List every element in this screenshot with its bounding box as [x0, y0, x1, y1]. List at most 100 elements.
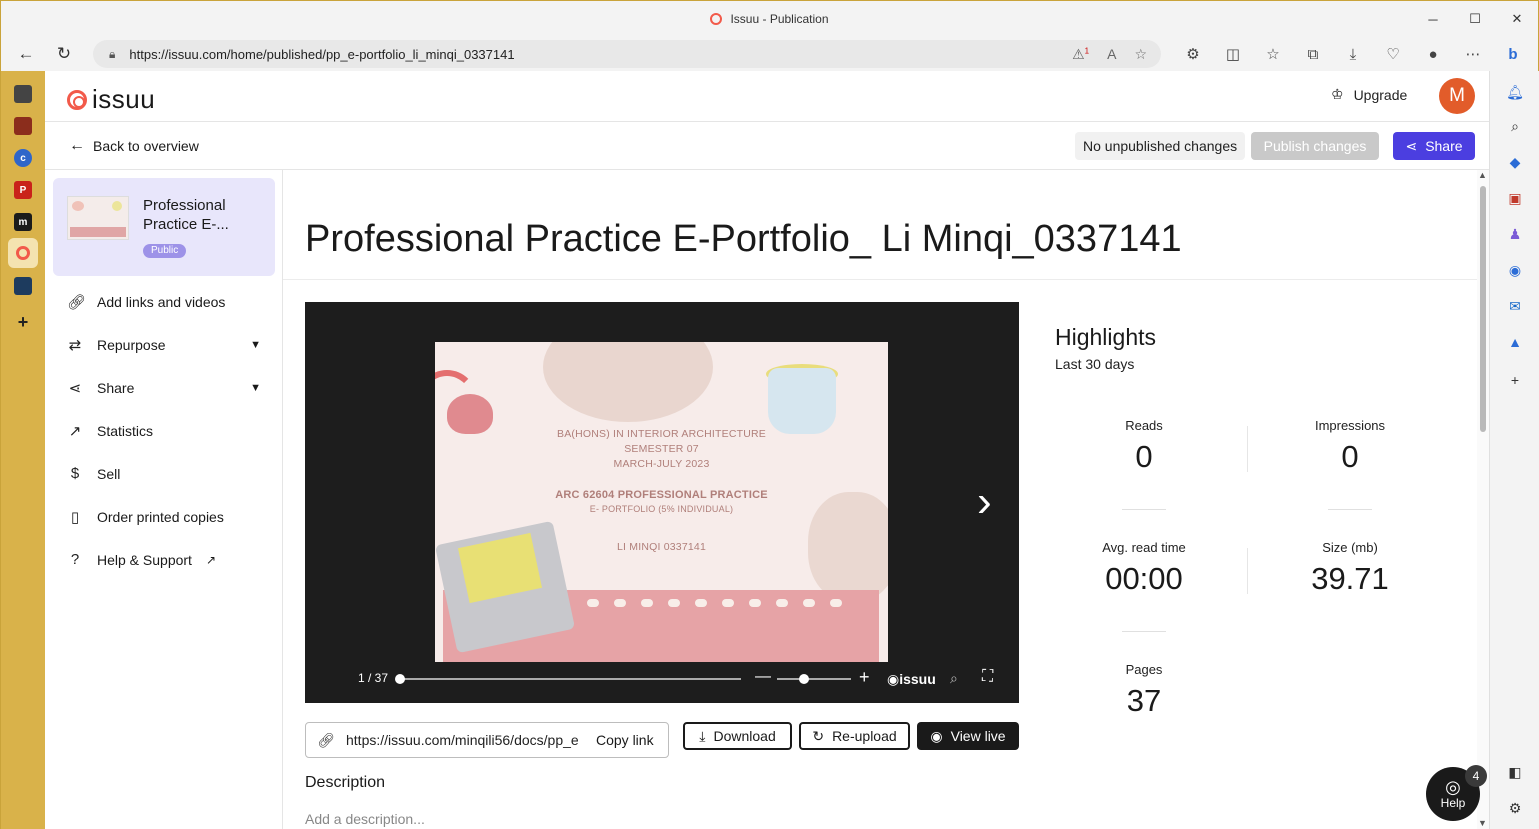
sidebar-item-label: Statistics — [97, 423, 154, 439]
issuu-page: issuu ♔ Upgrade M ← Back to overview No … — [45, 71, 1489, 829]
divider — [1247, 426, 1248, 472]
issuu-logo-icon — [67, 89, 87, 110]
stat-value: 0 — [1341, 439, 1359, 474]
settings-gear-icon[interactable]: ⚙ — [1506, 799, 1524, 817]
stat-value: 39.71 — [1311, 561, 1389, 596]
vertical-tabs-bar: c P m + — [1, 71, 45, 829]
sidebar-item-label: Repurpose — [97, 337, 166, 353]
more-menu-icon[interactable]: ⋯ — [1453, 45, 1493, 63]
refresh-icon[interactable]: ↻ — [45, 37, 83, 71]
favorite-star-icon[interactable]: ☆ — [1134, 46, 1147, 63]
url-field[interactable]: 🔒︎ https://issuu.com/home/published/pp_e… — [93, 40, 1161, 68]
share-label: Share — [1425, 138, 1463, 154]
edge-sidebar: 🔔︎ ⌕ ◆ ▣ ♟ ◉ ✉ ▲ + ◧ ⚙ — [1489, 71, 1539, 829]
sidebar-item-statistics[interactable]: ↗ Statistics — [67, 422, 263, 440]
zoom-in-icon[interactable]: + — [859, 667, 870, 688]
description-input[interactable]: Add a description... — [305, 811, 425, 827]
performance-icon[interactable]: ♡ — [1373, 45, 1413, 63]
close-window-button[interactable]: ✕ — [1496, 1, 1538, 37]
share-icon: ⋖ — [68, 380, 82, 397]
maximize-button[interactable]: ☐ — [1454, 1, 1496, 37]
share-url[interactable]: https://issuu.com/minqili56/docs/pp_e — [346, 732, 578, 748]
stat-avg-read-time: Avg. read time 00:00 — [1074, 540, 1214, 597]
sidebar-toggle-icon[interactable]: ◧ — [1506, 763, 1524, 781]
avatar[interactable]: M — [1439, 78, 1475, 114]
scroll-thumb[interactable] — [1480, 186, 1486, 432]
sidebar-item-share[interactable]: ⋖ Share ▼ — [67, 379, 263, 397]
tab-site-3-icon[interactable]: m — [14, 213, 32, 231]
games-icon[interactable]: ♟ — [1506, 225, 1524, 243]
profile-icon[interactable]: ● — [1413, 46, 1453, 63]
copy-link-button[interactable]: Copy link — [596, 732, 654, 748]
tracking-badge: 1 — [1084, 45, 1090, 55]
minimize-button[interactable]: ─ — [1412, 1, 1454, 37]
back-arrow-icon[interactable]: ← — [7, 37, 45, 71]
sidebar-item-add-links[interactable]: 🔗︎ Add links and videos — [67, 293, 263, 311]
tools-icon[interactable]: ▣ — [1506, 189, 1524, 207]
new-tab-icon[interactable]: + — [14, 312, 32, 332]
add-sidebar-app-icon[interactable]: + — [1506, 371, 1524, 389]
scroll-up-icon[interactable]: ▲ — [1478, 170, 1487, 180]
stat-label: Avg. read time — [1102, 540, 1186, 555]
lock-icon: 🔒︎ — [109, 46, 116, 61]
microsoft365-icon[interactable]: ◉ — [1506, 261, 1524, 279]
logo-text: issuu — [92, 84, 156, 114]
tab-site-2-icon[interactable]: c — [14, 149, 32, 167]
zoom-out-icon[interactable]: — — [755, 668, 771, 686]
question-icon: ? — [70, 551, 80, 568]
page-indicator: 1 / 37 — [358, 671, 389, 685]
fullscreen-icon[interactable]: ⛶ — [982, 668, 993, 686]
reupload-button[interactable]: ↻ Re-upload — [799, 722, 910, 750]
share-button[interactable]: ⋖ Share — [1393, 132, 1475, 160]
notifications-icon[interactable]: 🔔︎ — [1506, 83, 1524, 101]
sidebar-item-repurpose[interactable]: ⇄ Repurpose ▼ — [67, 336, 263, 354]
tab-issuu-active-icon[interactable] — [8, 238, 38, 268]
publication-card[interactable]: Professional Practice E-... Public — [53, 178, 275, 276]
stat-size: Size (mb) 39.71 — [1280, 540, 1420, 597]
back-to-overview-link[interactable]: ← Back to overview — [69, 137, 199, 155]
stat-value: 00:00 — [1105, 561, 1183, 596]
sidebar-item-sell[interactable]: $ Sell — [67, 465, 263, 482]
dollar-icon: $ — [70, 465, 80, 482]
divider — [1247, 548, 1248, 594]
page-scrollbar[interactable]: ▲ ▼ — [1477, 170, 1489, 829]
download-button[interactable]: ⤓ Download — [683, 722, 792, 750]
stat-reads: Reads 0 — [1074, 418, 1214, 475]
tab-actions-icon[interactable] — [14, 85, 32, 103]
scroll-down-icon[interactable]: ▼ — [1478, 818, 1487, 828]
zoom-slider[interactable] — [777, 674, 851, 684]
sidebar-item-label: Sell — [97, 465, 121, 482]
read-aloud-icon[interactable]: A — [1107, 46, 1116, 63]
publish-changes-button[interactable]: Publish changes — [1251, 132, 1379, 160]
issuu-favicon-icon — [710, 13, 723, 25]
view-live-button[interactable]: ◉ View live — [917, 722, 1019, 750]
outlook-icon[interactable]: ✉ — [1506, 297, 1524, 315]
tab-pdf-icon[interactable]: P — [14, 181, 32, 199]
sidebar-item-order-printed[interactable]: ▯ Order printed copies — [67, 508, 263, 526]
magnifier-icon[interactable]: ⌕ — [950, 670, 958, 687]
arrow-left-icon: ← — [69, 137, 85, 154]
tab-site-4-icon[interactable] — [14, 277, 32, 295]
downloads-icon[interactable]: ⤓ — [1333, 46, 1373, 63]
next-page-arrow-icon[interactable]: › — [977, 480, 992, 524]
stat-pages: Pages 37 — [1074, 662, 1214, 719]
copilot-icon[interactable]: b — [1493, 46, 1533, 63]
page-slider[interactable] — [395, 674, 741, 684]
link-icon: 🔗︎ — [317, 731, 335, 748]
collections-icon[interactable]: ⧉ — [1293, 46, 1333, 63]
upgrade-button[interactable]: ♔ Upgrade — [1331, 86, 1407, 103]
yogurt-illustration — [768, 368, 836, 434]
favorites-icon[interactable]: ☆ — [1253, 45, 1293, 63]
drop-icon[interactable]: ▲ — [1506, 333, 1524, 351]
window-title-text: Issuu - Publication — [730, 12, 829, 26]
sidebar-item-help-support[interactable]: ? Help & Support ↗ — [67, 551, 263, 568]
tracking-prevention-icon[interactable]: ⚠1 — [1072, 46, 1089, 63]
viewer-controls: 1 / 37 — + ◉issuu ⌕ ⛶ — [305, 667, 1019, 688]
issuu-logo[interactable]: issuu — [67, 84, 155, 115]
search-icon[interactable]: ⌕ — [1506, 117, 1524, 135]
document-viewer[interactable]: BA(HONS) IN INTERIOR ARCHITECTURE SEMEST… — [305, 302, 1019, 703]
split-screen-icon[interactable]: ◫ — [1213, 45, 1253, 63]
tab-site-1-icon[interactable] — [14, 117, 32, 135]
shopping-icon[interactable]: ◆ — [1506, 153, 1524, 171]
extensions-icon[interactable]: ⚙ — [1173, 45, 1213, 63]
